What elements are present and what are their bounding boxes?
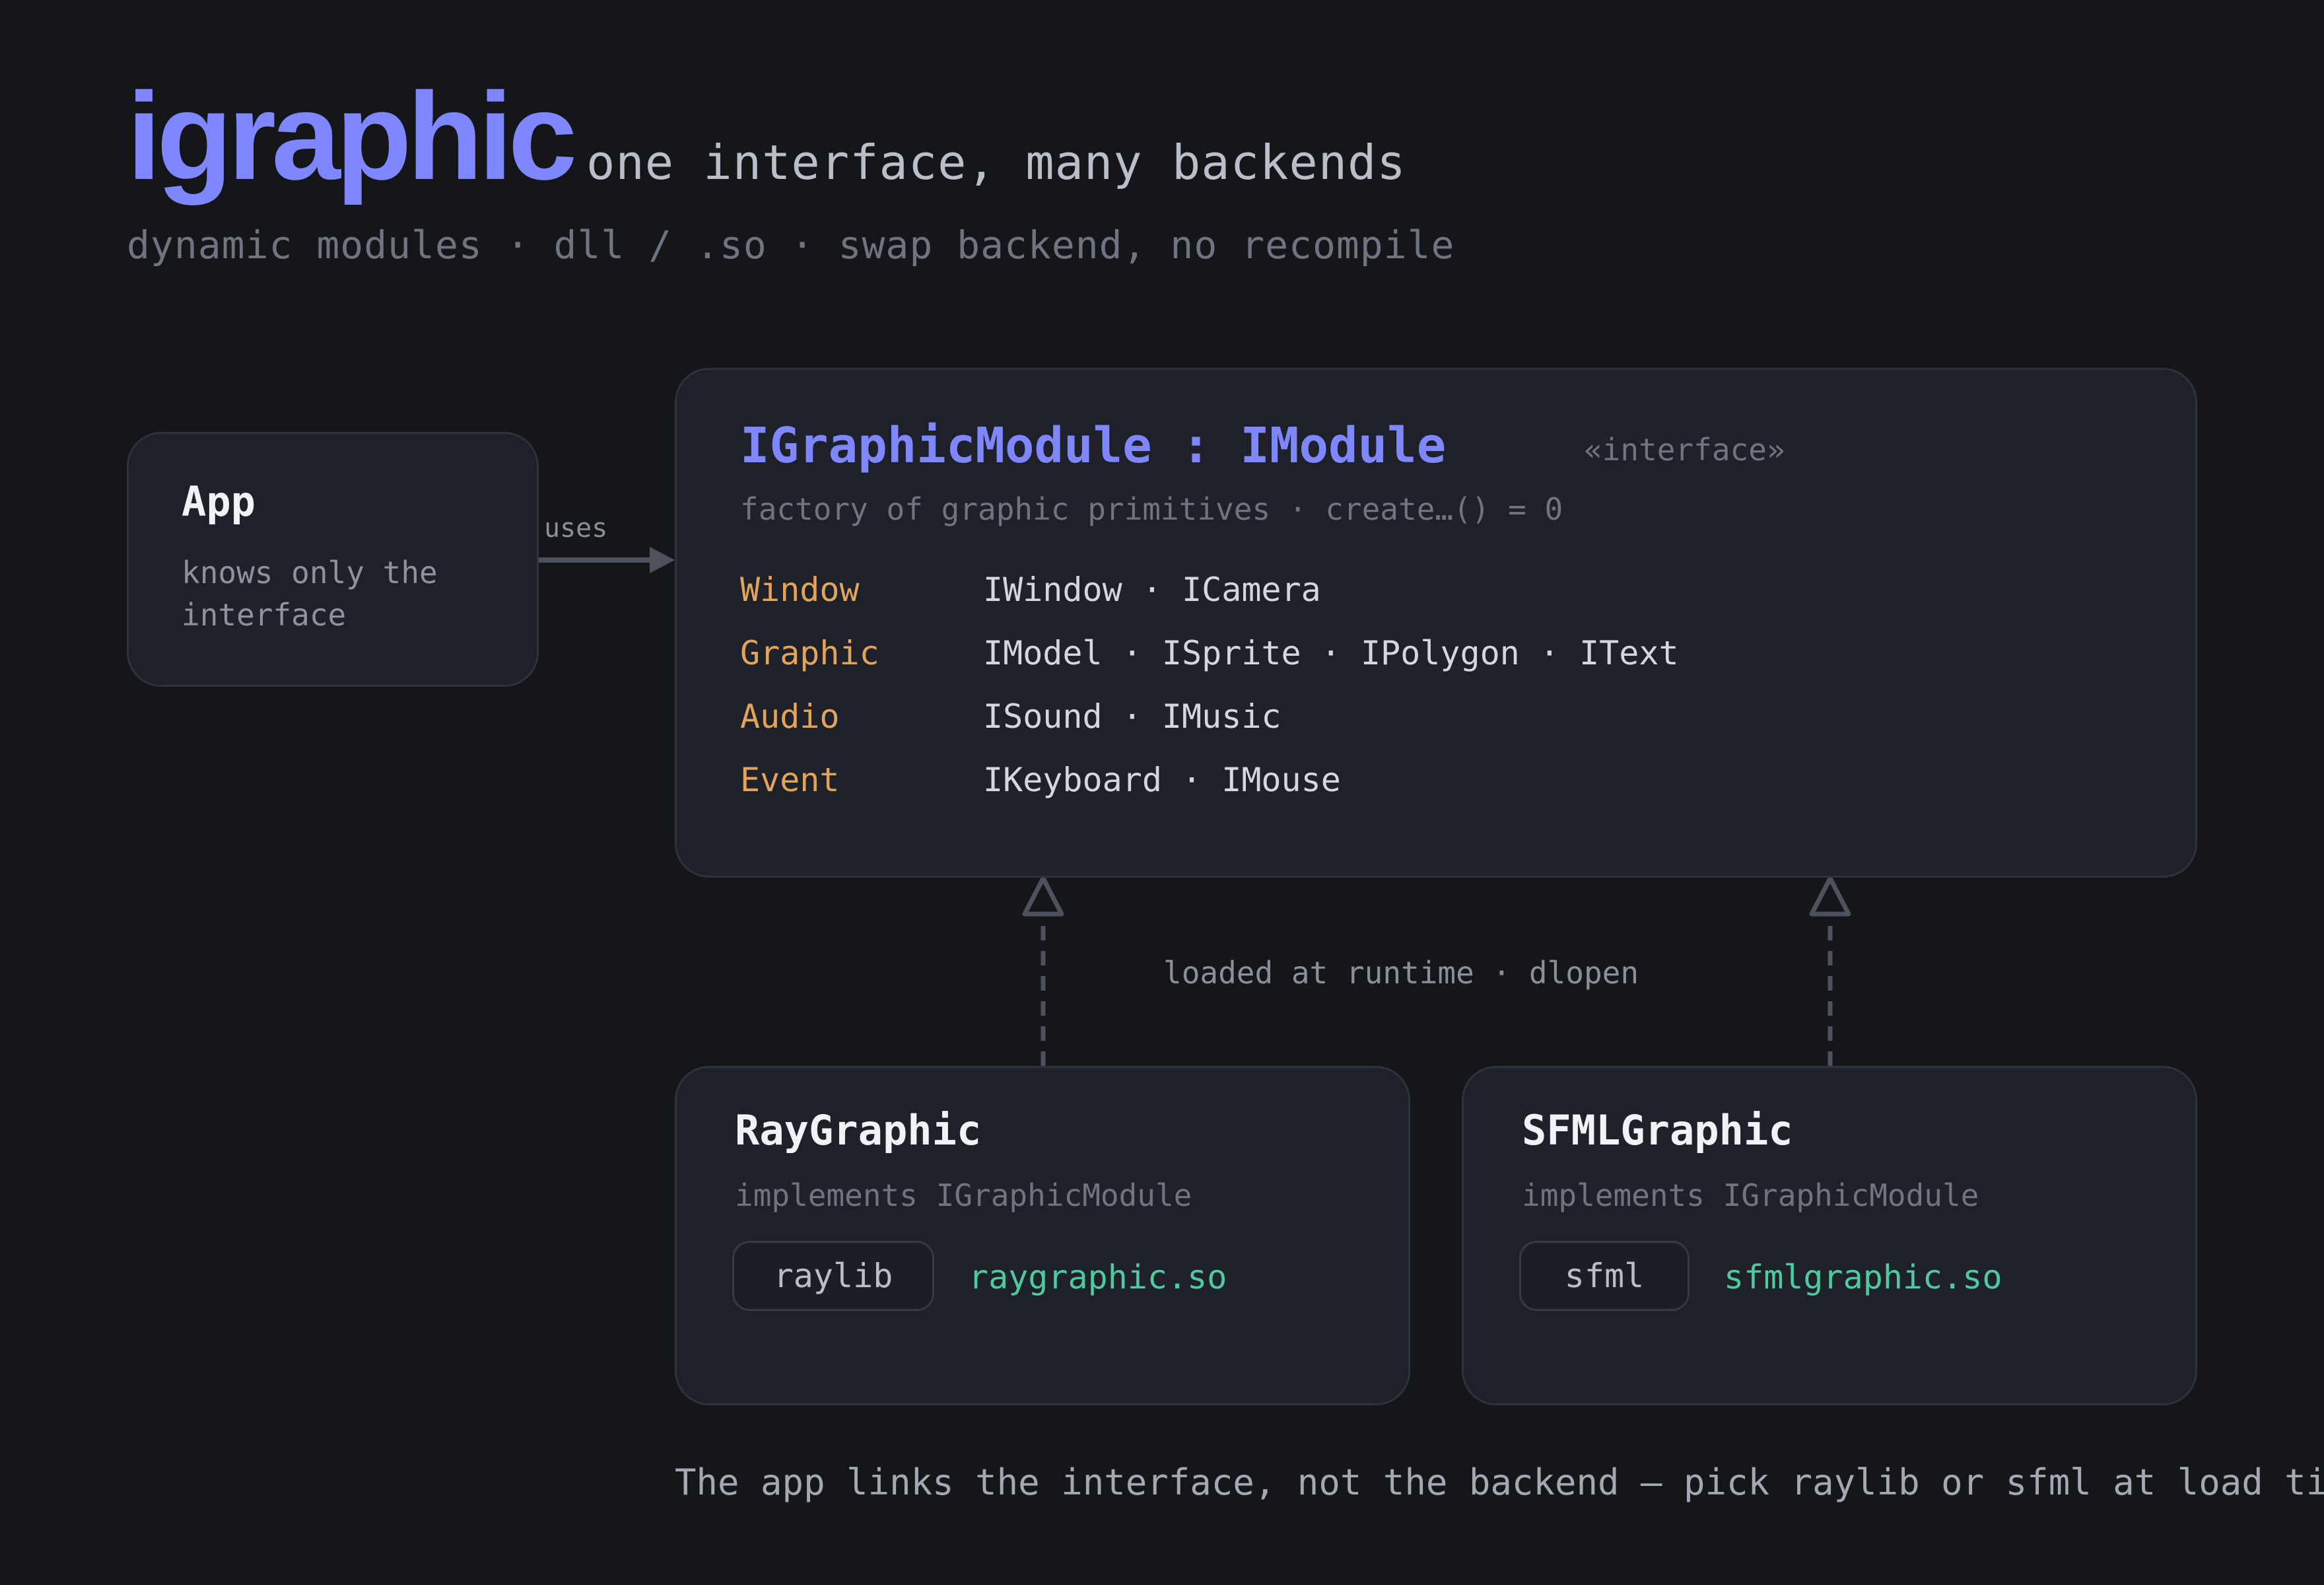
shared-object-file: raygraphic.so	[969, 1258, 1227, 1296]
footer-caption: The app links the interface, not the bac…	[675, 1462, 2324, 1503]
category-items: IKeyboard · IMouse	[983, 761, 1341, 799]
category-name: Graphic	[740, 634, 879, 672]
backend-subtitle: implements IGraphicModule	[1522, 1178, 1979, 1213]
category-items: ISound · IMusic	[983, 697, 1282, 736]
realization-arrowhead-sfmlgraphic	[1809, 876, 1851, 917]
interface-stereotype: «interface»	[1584, 432, 1785, 468]
category-items: IModel · ISprite · IPolygon · IText	[983, 634, 1679, 672]
category-name: Audio	[740, 697, 840, 736]
library-chip: sfml	[1519, 1241, 1690, 1311]
tagline: one interface, many backends	[586, 135, 1406, 190]
backend-title: RayGraphic	[735, 1106, 982, 1154]
interface-title: IGraphicModule : IModule	[740, 417, 1447, 474]
realization-arrowhead-raygraphic	[1022, 876, 1064, 917]
runtime-label: loaded at runtime · dlopen	[1163, 955, 1639, 991]
backend-node-raygraphic: RayGraphic implements IGraphicModule ray…	[675, 1066, 1410, 1405]
interface-description: factory of graphic primitives · create…(…	[740, 491, 1563, 527]
app-node: App knows only the interface	[127, 432, 539, 687]
category-name: Event	[740, 761, 840, 799]
app-title: App	[182, 477, 256, 526]
subtitle: dynamic modules · dll / .so · swap backe…	[127, 223, 1455, 267]
library-chip: raylib	[732, 1241, 934, 1311]
category-items: IWindow · ICamera	[983, 571, 1321, 609]
backend-title: SFMLGraphic	[1522, 1106, 1793, 1154]
brand-title: igraphic	[127, 67, 577, 205]
app-description: knows only the interface	[182, 555, 438, 633]
uses-arrowhead	[650, 547, 675, 573]
category-name: Window	[740, 571, 860, 609]
shared-object-file: sfmlgraphic.so	[1724, 1258, 2002, 1296]
interface-node: IGraphicModule : IModule «interface» fac…	[675, 368, 2197, 878]
uses-label: uses	[544, 513, 608, 544]
backend-subtitle: implements IGraphicModule	[735, 1178, 1192, 1213]
backend-node-sfmlgraphic: SFMLGraphic implements IGraphicModule sf…	[1462, 1066, 2197, 1405]
